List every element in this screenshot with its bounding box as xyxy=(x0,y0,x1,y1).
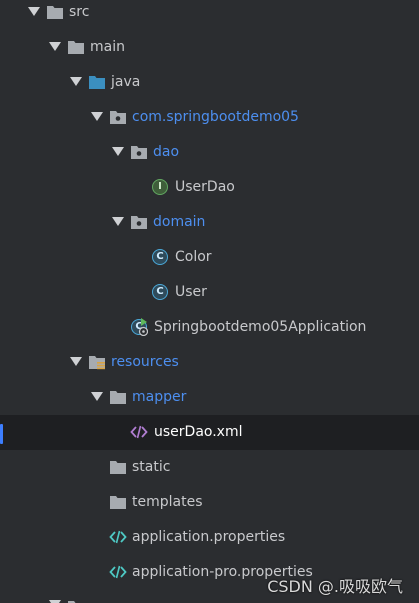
chevron-down-icon[interactable] xyxy=(112,217,124,226)
chevron-down-icon[interactable] xyxy=(112,147,124,156)
resources-folder-icon xyxy=(88,353,106,371)
tree-row-application-class[interactable]: C Springbootdemo05Application xyxy=(0,310,419,345)
tree-label-java: java xyxy=(111,74,141,90)
tree-row-user[interactable]: C User xyxy=(0,275,419,310)
chevron-down-icon[interactable] xyxy=(91,112,103,121)
tree-row-src[interactable]: src xyxy=(0,0,419,30)
tree-label-application-properties: application.properties xyxy=(132,529,286,545)
tree-label-domain: domain xyxy=(153,214,206,230)
tree-row-templates[interactable]: templates xyxy=(0,485,419,520)
folder-icon xyxy=(67,38,85,56)
tree-label-main: main xyxy=(90,39,125,55)
tree-row-color[interactable]: C Color xyxy=(0,240,419,275)
folder-icon xyxy=(46,3,64,21)
watermark: CSDN @.吸吸欧气 xyxy=(267,577,403,596)
tree-label-mapper: mapper xyxy=(132,389,187,405)
chevron-down-icon[interactable] xyxy=(49,42,61,51)
properties-file-icon xyxy=(109,528,127,546)
tree-label-user-dao: UserDao xyxy=(175,179,235,195)
tree-label-src: src xyxy=(69,4,90,20)
tree-row-domain[interactable]: domain xyxy=(0,205,419,240)
tree-row-resources[interactable]: resources xyxy=(0,345,419,380)
tree-row-package[interactable]: com.springbootdemo05 xyxy=(0,100,419,135)
tree-label-static: static xyxy=(132,459,171,475)
interface-icon: I xyxy=(151,178,169,196)
class-icon: C xyxy=(151,248,169,266)
xml-file-icon xyxy=(130,423,148,441)
tree-row-user-dao[interactable]: I UserDao xyxy=(0,170,419,205)
project-tree-panel: src main java com.springbootdemo05 dao I… xyxy=(0,0,419,603)
folder-icon xyxy=(67,598,85,603)
tree-row-static[interactable]: static xyxy=(0,450,419,485)
tree-label-package: com.springbootdemo05 xyxy=(132,109,299,125)
tree-label-resources: resources xyxy=(111,354,179,370)
selection-indicator xyxy=(0,424,3,444)
class-icon: C xyxy=(151,283,169,301)
tree-row-java[interactable]: java xyxy=(0,65,419,100)
tree-label-application-class: Springbootdemo05Application xyxy=(154,319,367,335)
source-folder-icon xyxy=(88,73,106,91)
tree-row-dao[interactable]: dao xyxy=(0,135,419,170)
spring-application-icon: C xyxy=(130,318,148,336)
chevron-down-icon[interactable] xyxy=(28,7,40,16)
tree-row-application-properties[interactable]: application.properties xyxy=(0,520,419,555)
properties-file-icon xyxy=(109,563,127,581)
folder-icon xyxy=(109,388,127,406)
tree-row-user-dao-xml[interactable]: userDao.xml xyxy=(0,415,419,450)
package-icon xyxy=(130,213,148,231)
tree-label-user-dao-xml: userDao.xml xyxy=(154,424,243,440)
tree-label-templates: templates xyxy=(132,494,203,510)
chevron-down-icon[interactable] xyxy=(70,77,82,86)
package-icon xyxy=(130,143,148,161)
folder-icon xyxy=(109,458,127,476)
tree-label-dao: dao xyxy=(153,144,180,160)
tree-row-main[interactable]: main xyxy=(0,30,419,65)
folder-icon xyxy=(109,493,127,511)
chevron-down-icon[interactable] xyxy=(70,357,82,366)
tree-label-user: User xyxy=(175,284,207,300)
chevron-down-icon[interactable] xyxy=(91,392,103,401)
package-icon xyxy=(109,108,127,126)
tree-row-mapper[interactable]: mapper xyxy=(0,380,419,415)
tree-label-color: Color xyxy=(175,249,212,265)
